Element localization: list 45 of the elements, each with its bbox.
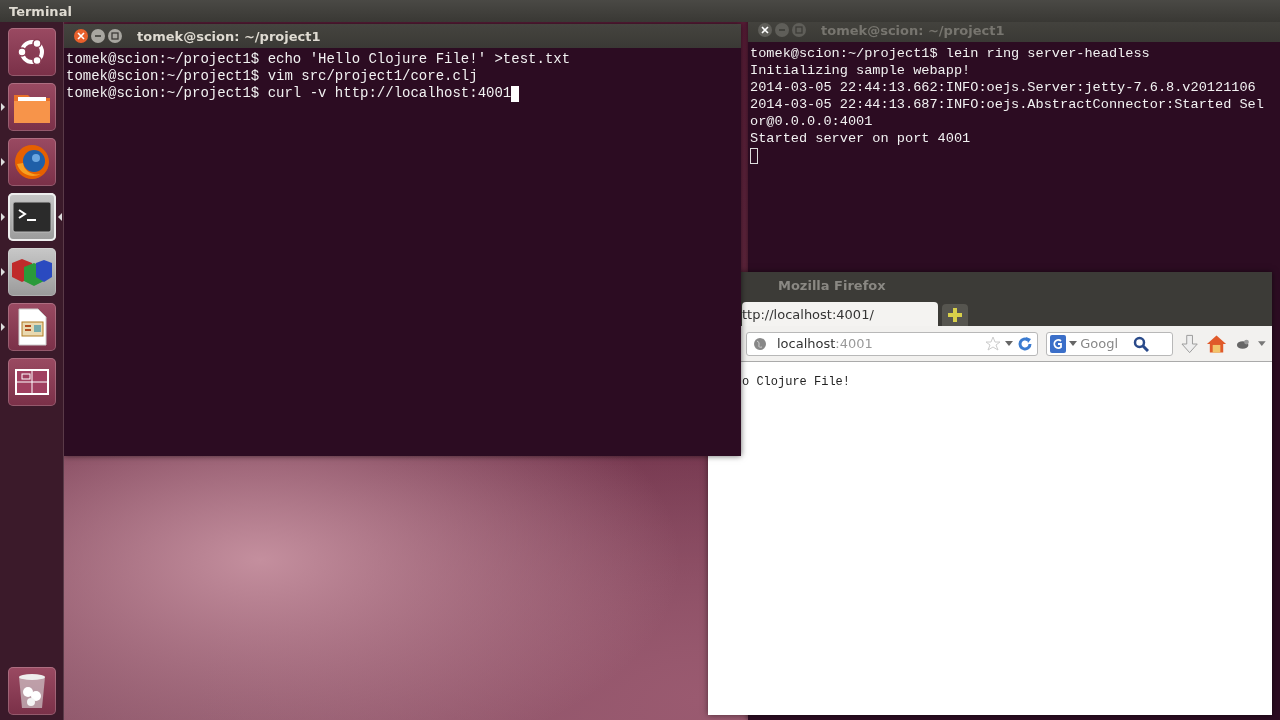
minimize-button[interactable] — [91, 29, 105, 43]
caret-icon[interactable] — [1005, 340, 1014, 347]
maximize-icon — [795, 26, 803, 34]
terminal-line: tomek@scion:~/project1$ vim src/project1/core.clj — [66, 68, 478, 85]
close-button[interactable] — [74, 29, 88, 43]
terminal-line: 2014-03-05 22:44:13.687:INFO:oejs.AbstractConnector:Started Sel — [750, 96, 1264, 113]
reload-icon[interactable] — [1017, 335, 1034, 352]
terminal-line: Started server on port 4001 — [750, 130, 971, 147]
close-icon — [761, 26, 769, 34]
terminal-line: tomek@scion:~/project1$ lein ring server-headless — [750, 45, 1150, 62]
menu-caret-icon[interactable] — [1258, 340, 1266, 347]
globe-icon — [753, 336, 767, 351]
browser-tab[interactable]: ttp://localhost:4001/ — [742, 302, 938, 326]
google-icon — [1050, 334, 1067, 353]
address-field[interactable]: localhost:4001 — [746, 331, 1039, 356]
launcher-item[interactable] — [0, 193, 63, 241]
app-title: Terminal — [8, 3, 72, 19]
terminal-line: or@0.0.0.0:4001 — [750, 113, 873, 130]
search-bar[interactable]: Googl — [1046, 331, 1173, 356]
terminal-line: tomek@scion:~/project1$ echo 'Hello Clojure File!' >test.txt — [66, 51, 571, 68]
search-icon[interactable] — [1133, 335, 1150, 352]
terminal-line: Initializing sample webapp! — [750, 62, 971, 79]
plus-icon — [948, 308, 962, 322]
close-icon — [77, 32, 85, 40]
minimize-icon — [94, 32, 102, 40]
minimize-icon — [778, 26, 786, 34]
maximize-icon — [111, 32, 119, 40]
maximize-button[interactable] — [108, 29, 122, 43]
cubes-icon — [10, 257, 54, 287]
star-icon[interactable] — [985, 335, 1002, 352]
search-input[interactable]: Googl — [1080, 336, 1131, 351]
terminal-icon — [12, 201, 52, 233]
window-title: Mozilla Firefox — [778, 277, 886, 293]
close-button[interactable] — [758, 23, 772, 37]
caret-icon[interactable] — [1069, 340, 1078, 347]
window-title: tomek@scion: ~/project1 — [821, 22, 1005, 38]
trash-icon — [16, 672, 48, 710]
terminal-line: tomek@scion:~/project1$ curl -v http://localhost:4001 — [66, 85, 512, 102]
page-text: o Clojure File! — [742, 375, 851, 389]
new-tab-button[interactable] — [942, 304, 968, 326]
window-title: tomek@scion: ~/project1 — [137, 28, 321, 44]
workspaces-icon — [15, 369, 49, 395]
terminal-line: 2014-03-05 22:44:13.662:INFO:oejs.Server:jetty-7.6.8.v20121106 — [750, 79, 1256, 96]
home-icon[interactable] — [1206, 333, 1228, 354]
presentation-icon — [16, 308, 48, 346]
